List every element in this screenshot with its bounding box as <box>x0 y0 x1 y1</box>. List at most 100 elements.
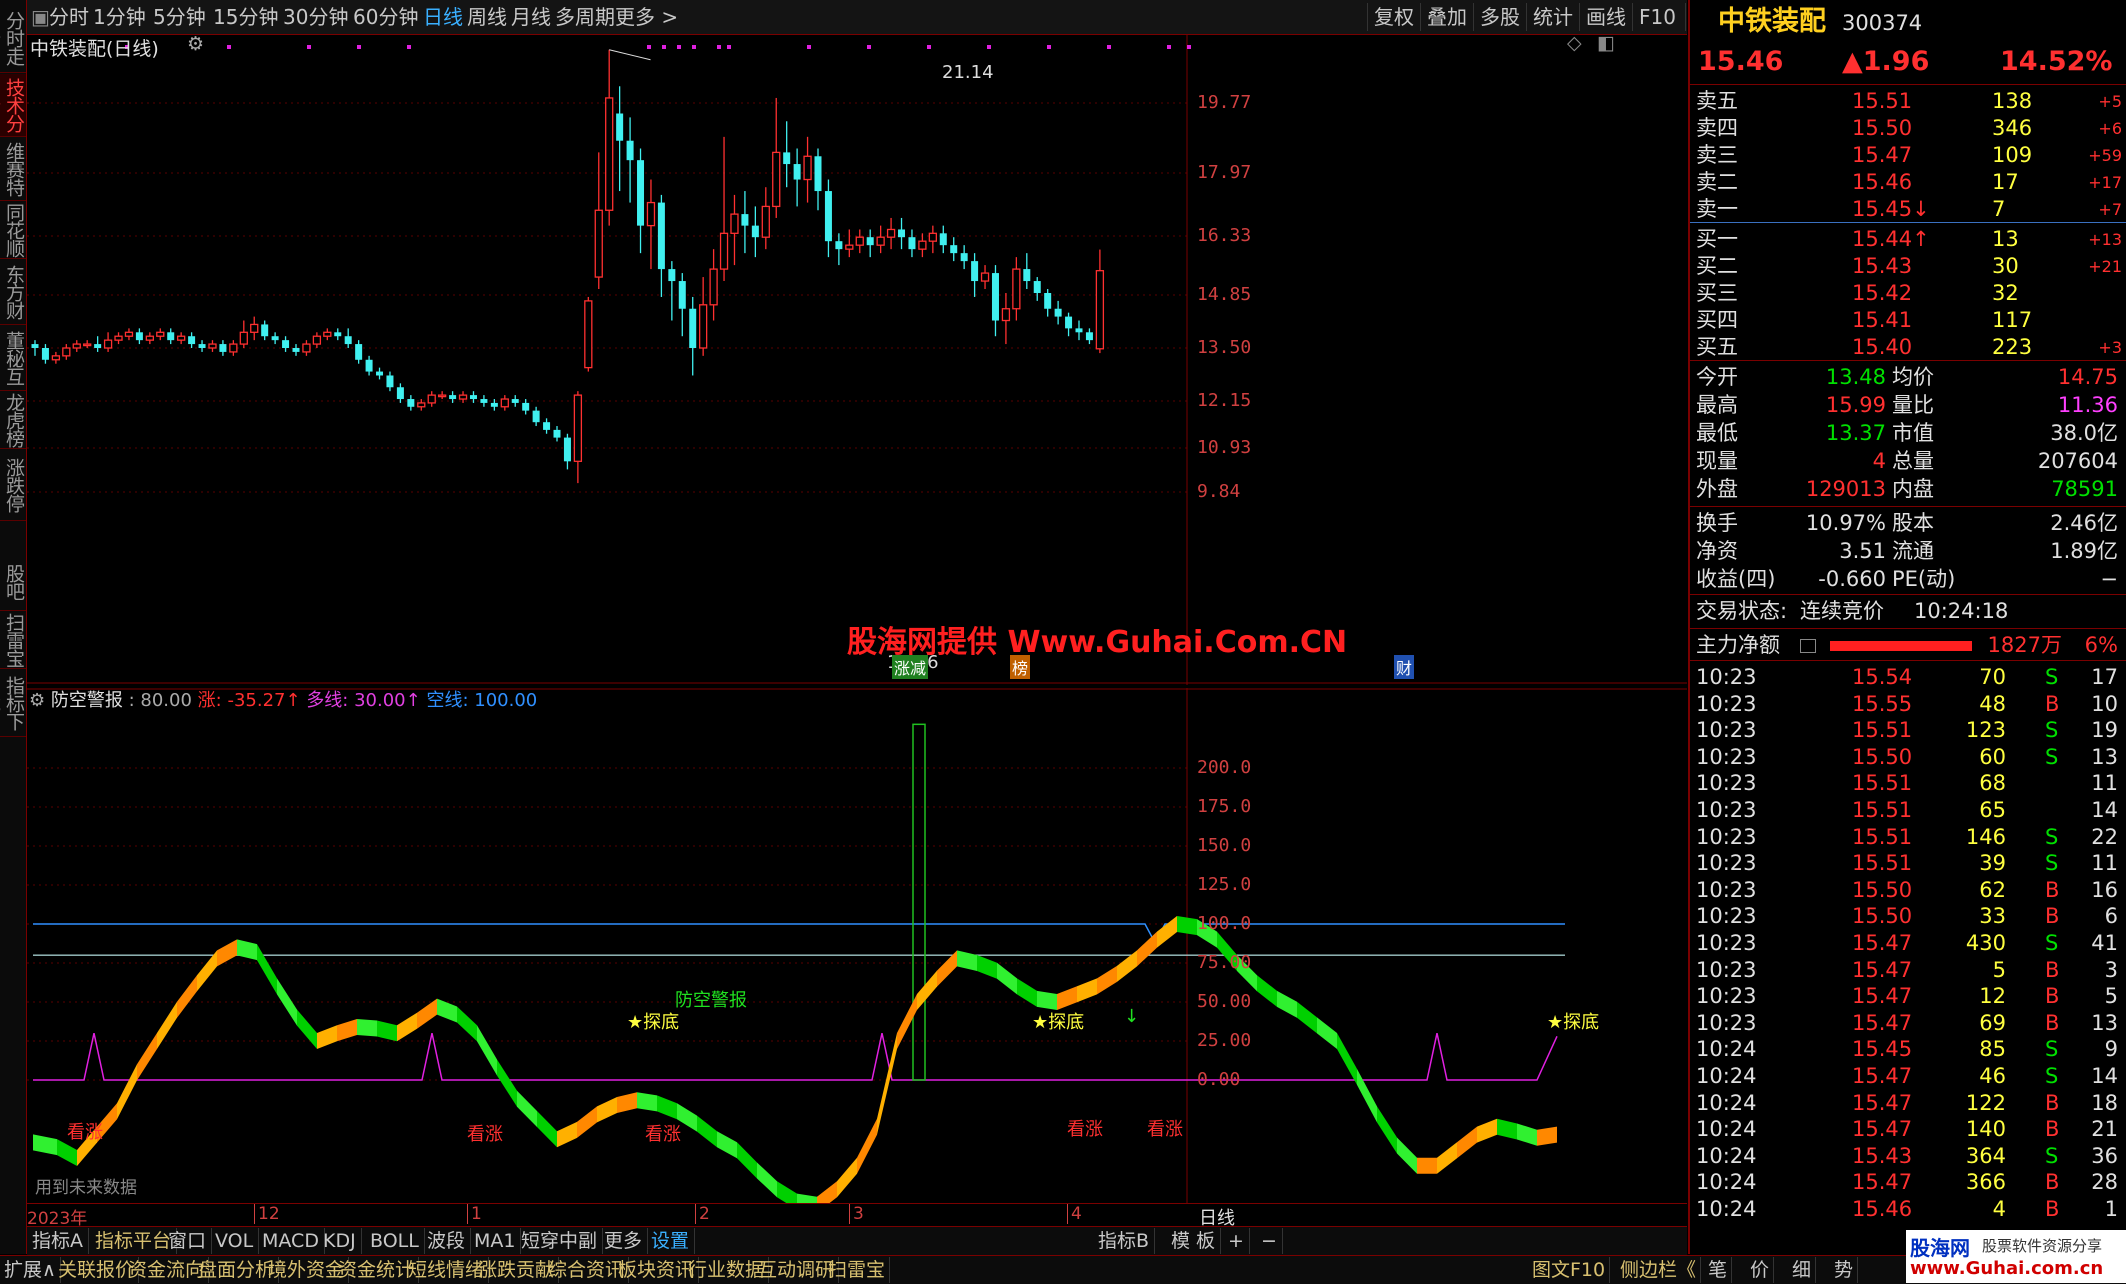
function-tab-0[interactable]: 扩展∧ <box>0 1257 61 1283</box>
orderbook-row[interactable]: 买三 15.42 32 <box>1692 280 2122 307</box>
ribbon-segment <box>837 1157 857 1198</box>
stat-label: 现量 <box>1696 449 1738 473</box>
indicator-tab-10[interactable]: 更多 <box>599 1228 649 1254</box>
left-tab-2[interactable]: 维赛特 <box>0 138 26 201</box>
bottom-right-4[interactable]: 细 <box>1788 1257 1817 1283</box>
settings-icon[interactable]: ⚙ <box>29 690 45 711</box>
indicator-tab-3[interactable]: VOL <box>210 1228 260 1254</box>
period-tab-1[interactable]: 1分钟 <box>93 4 146 30</box>
indicator-name[interactable]: 防空警报 <box>51 690 123 711</box>
period-tab-8[interactable]: 月线 <box>511 4 551 30</box>
indicator-tab-11[interactable]: 设置 <box>646 1228 696 1254</box>
indicator-axis-label: 50.00 <box>1197 991 1252 1012</box>
left-tab-4[interactable]: 东方财富 <box>0 260 26 325</box>
candle-body <box>855 236 864 246</box>
period-tab-9[interactable]: 多周期 <box>555 4 615 30</box>
tick-time: 10:23 <box>1696 957 1757 982</box>
orderbook-label: 卖三 <box>1696 143 1738 167</box>
candle-body <box>458 394 468 400</box>
period-tab-6[interactable]: 日线 <box>423 4 463 30</box>
toolbar-button-3[interactable]: 统计 <box>1526 3 1579 31</box>
function-tab-12[interactable]: 扫雷宝 <box>824 1257 891 1283</box>
tick-volume: 146 <box>1965 824 2006 849</box>
left-tab-7[interactable]: 涨跌停原因 <box>0 450 26 521</box>
toolbar-button-0[interactable]: 复权 <box>1367 3 1420 31</box>
left-tab-0[interactable]: 分时走势 <box>0 4 26 73</box>
ribbon-segment <box>1517 1123 1537 1146</box>
indicator-tab-4[interactable]: MACD <box>257 1228 325 1254</box>
panel-toggle-icon[interactable]: ◧ <box>1597 32 1615 54</box>
candle-body <box>772 151 781 208</box>
orderbook-row[interactable]: 卖二 15.46 17 +17 <box>1692 169 2122 196</box>
orderbook-row[interactable]: 卖三 15.47 109 +59 <box>1692 142 2122 169</box>
tick-count: 14 <box>2091 1064 2118 1088</box>
orderbook-row[interactable]: 买二 15.43 30 +21 <box>1692 253 2122 280</box>
toolbar-button-1[interactable]: 叠加 <box>1420 3 1473 31</box>
orderbook-row[interactable]: 买五 15.40 223 +3 <box>1692 334 2122 361</box>
orderbook-row[interactable]: 买一 15.44↑ 13 +13 <box>1692 226 2122 253</box>
ribbon-segment <box>1057 986 1077 1010</box>
period-tab-4[interactable]: 30分钟 <box>283 4 348 30</box>
period-tab-7[interactable]: 周线 <box>467 4 507 30</box>
indicator-tab-7[interactable]: 波段 <box>422 1228 472 1254</box>
left-tab-1[interactable]: 技术分析 <box>0 74 26 137</box>
tick-row: 10:23 15.47 430 S 41 <box>1692 930 2122 957</box>
period-tab-10[interactable]: 更多 > <box>615 4 678 30</box>
flow-detail-icon[interactable] <box>1800 639 1816 653</box>
toolbar-button-4[interactable]: 画线 <box>1579 3 1632 31</box>
left-tab-10[interactable]: 指标下载 <box>0 670 26 737</box>
left-tab-3[interactable]: 同花顺 <box>0 202 26 259</box>
bottom-right-0[interactable]: 图文F10 <box>1528 1257 1611 1283</box>
indicator-panel[interactable]: ⚙ 防空警报 : 80.00 涨: -35.27↑ 多线: 30.00↑ 空线:… <box>27 688 1687 1203</box>
orderbook-row[interactable]: 卖四 15.50 346 +6 <box>1692 115 2122 142</box>
bottom-right-5[interactable]: 势 <box>1830 1257 1859 1283</box>
left-tab-8[interactable]: 股吧 <box>0 554 26 611</box>
indicator-right-3[interactable]: − <box>1256 1228 1283 1254</box>
orderbook-row[interactable]: 卖一 15.45↓ 7 +7 <box>1692 196 2122 223</box>
indicator-tab-5[interactable]: KDJ <box>318 1228 362 1254</box>
period-tab-3[interactable]: 15分钟 <box>213 4 278 30</box>
bottom-right-3[interactable]: 价 <box>1746 1257 1775 1283</box>
candle-body <box>449 395 457 400</box>
toolbar-button-5[interactable]: F10 <box>1632 3 1682 31</box>
zhang-value: 涨: -35.27↑ <box>197 690 301 711</box>
event-marker[interactable]: 财 <box>1394 655 1415 679</box>
indicator-tab-2[interactable]: 窗口 <box>163 1228 213 1254</box>
candle-body <box>114 335 123 341</box>
kline-chart[interactable]: 中铁装配(日线) ⚙ ◇ ◧ 21.14 10.06 股海网提供 Www.Guh… <box>27 32 1687 685</box>
event-marker[interactable]: 榜 <box>1010 655 1031 679</box>
ribbon-segment <box>237 939 257 961</box>
toolbar-button-2[interactable]: 多股 <box>1473 3 1526 31</box>
period-tab-2[interactable]: 5分钟 <box>153 4 206 30</box>
orderbook-row[interactable]: 买四 15.41 117 <box>1692 307 2122 334</box>
orderbook-row[interactable]: 卖五 15.51 138 +5 <box>1692 88 2122 115</box>
indicator-right-2[interactable]: + <box>1223 1228 1250 1254</box>
tick-time: 10:24 <box>1696 1037 1757 1062</box>
diamond-icon[interactable]: ◇ <box>1567 32 1582 54</box>
period-tab-5[interactable]: 60分钟 <box>353 4 418 30</box>
candle-body <box>302 343 311 353</box>
orderbook-price: 15.41 <box>1852 308 1913 332</box>
left-tab-6[interactable]: 龙虎榜 <box>0 392 26 449</box>
stat-value: 207604 <box>2037 449 2118 473</box>
bottom-right-2[interactable]: 笔 <box>1704 1257 1733 1283</box>
period-tab-0[interactable]: 分时 <box>49 4 89 30</box>
signal-dot <box>662 45 666 49</box>
bottom-right-1[interactable]: 侧边栏《 <box>1616 1257 1702 1283</box>
ribbon-segment <box>537 1111 557 1148</box>
ribbon-segment <box>397 1012 417 1042</box>
indicator-tab-0[interactable]: 指标A <box>27 1228 89 1254</box>
tick-price: 15.47 <box>1852 1117 1913 1142</box>
indicator-right-1[interactable]: 模 板 <box>1166 1228 1222 1254</box>
event-marker[interactable]: 涨减 <box>892 655 929 679</box>
left-tab-9[interactable]: 扫雷宝 <box>0 612 26 669</box>
left-tab-5[interactable]: 董秘互动 <box>0 326 26 391</box>
settings-icon[interactable]: ⚙ <box>187 33 204 55</box>
window-toggle-icon[interactable]: ▣ <box>31 4 50 30</box>
indicator-right-0[interactable]: 指标B <box>1093 1228 1156 1254</box>
indicator-axis-label: 100.0 <box>1197 913 1252 934</box>
candle-body <box>793 164 801 180</box>
indicator-tab-6[interactable]: BOLL <box>365 1228 425 1254</box>
indicator-tab-8[interactable]: MA1 <box>469 1228 522 1254</box>
indicator-tab-9[interactable]: 短穿中副 <box>516 1228 604 1254</box>
